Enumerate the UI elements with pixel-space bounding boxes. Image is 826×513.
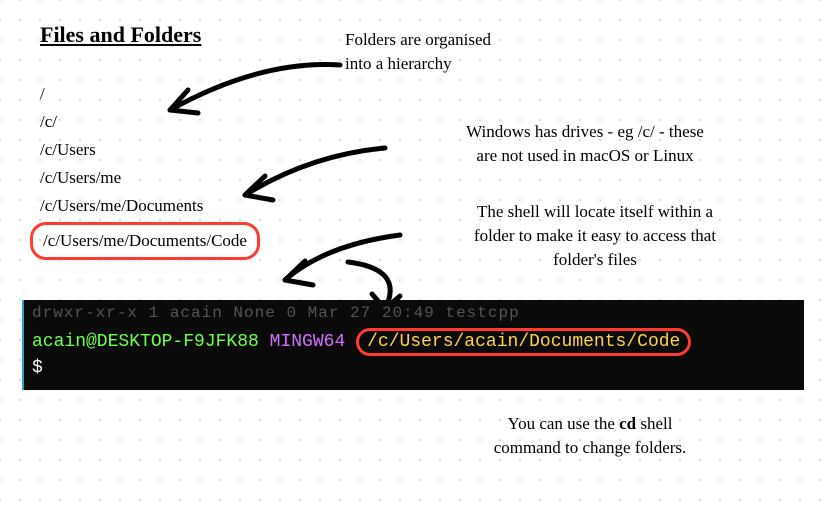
path-code-highlighted: /c/Users/me/Documents/Code: [30, 222, 260, 260]
note-shell-line1: The shell will locate itself within a: [390, 200, 800, 224]
terminal-path-highlighted: /c/Users/acain/Documents/Code: [356, 328, 691, 356]
note-shell-location: The shell will locate itself within a fo…: [390, 200, 800, 272]
path-root: /: [40, 80, 260, 108]
note-drives: Windows has drives - eg /c/ - these are …: [385, 120, 785, 168]
note-cd-line1: You can use the cd shell: [400, 412, 780, 436]
path-users: /c/Users: [40, 136, 260, 164]
path-users-me: /c/Users/me: [40, 164, 260, 192]
note-cd-command: You can use the cd shell command to chan…: [400, 412, 780, 460]
terminal-env: MINGW64: [270, 332, 346, 352]
note-hierarchy: Folders are organised into a hierarchy: [345, 28, 491, 76]
terminal-path: /c/Users/acain/Documents/Code: [367, 332, 680, 352]
terminal-window: drwxr-xr-x 1 acain None 0 Mar 27 20:49 t…: [22, 300, 804, 390]
path-documents: /c/Users/me/Documents: [40, 192, 260, 220]
terminal-ls-output: drwxr-xr-x 1 acain None 0 Mar 27 20:49 t…: [32, 304, 796, 322]
terminal-user-host: acain@DESKTOP-F9JFK88: [32, 332, 259, 352]
note-drives-line1: Windows has drives - eg /c/ - these: [385, 120, 785, 144]
terminal-prompt-symbol: $: [32, 358, 796, 378]
note-hierarchy-line1: Folders are organised: [345, 28, 491, 52]
terminal-prompt-line: acain@DESKTOP-F9JFK88 MINGW64 /c/Users/a…: [32, 328, 796, 356]
page-title: Files and Folders: [40, 22, 201, 48]
note-shell-line3: folder's files: [390, 248, 800, 272]
note-cd-line2: command to change folders.: [400, 436, 780, 460]
path-c: /c/: [40, 108, 260, 136]
folder-hierarchy-list: / /c/ /c/Users /c/Users/me /c/Users/me/D…: [40, 80, 260, 260]
note-shell-line2: folder to make it easy to access that: [390, 224, 800, 248]
note-drives-line2: are not used in macOS or Linux: [385, 144, 785, 168]
note-hierarchy-line2: into a hierarchy: [345, 52, 491, 76]
